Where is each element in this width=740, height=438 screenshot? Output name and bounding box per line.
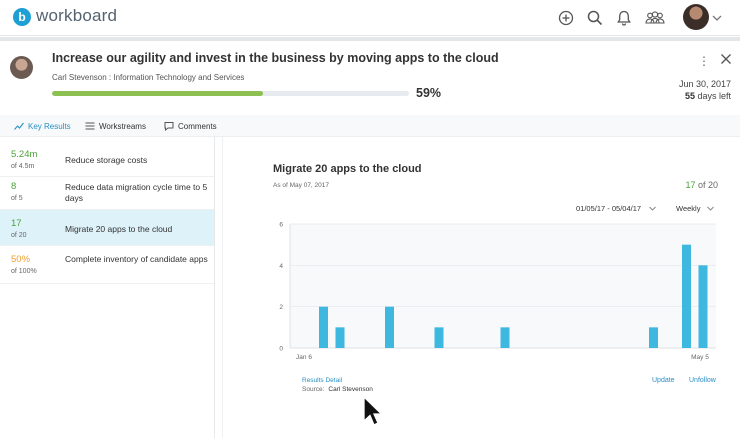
objective-tabs: Key Results Workstreams Comments [0,115,740,137]
tab-label: Key Results [28,121,71,131]
user-avatar[interactable] [683,4,709,30]
mouse-cursor-icon [363,396,383,426]
as-of-date: As of May 07, 2017 [273,182,330,189]
key-result-target: of 20 [11,232,27,239]
frequency-select[interactable]: Weekly [676,204,700,213]
update-link[interactable]: Update [652,377,675,384]
chart-bar [682,244,691,348]
key-result-label: Migrate 20 apps to the cloud [65,224,173,234]
key-result-target: of 100% [11,268,37,275]
y-tick-label: 6 [279,222,283,229]
tab-label: Comments [178,121,217,131]
top-bar: b workboard [0,0,740,36]
chart-line-icon [14,122,24,130]
more-options-icon[interactable]: ⋮ [698,54,710,68]
workstreams-icon [85,122,95,130]
comment-icon [164,122,174,131]
unfollow-link[interactable]: Unfollow [689,377,716,384]
source-line: Source: Carl Stevenson [302,386,373,393]
x-tick-label: May 5 [691,354,709,361]
x-tick-label: Jan 6 [296,354,312,361]
add-icon[interactable] [557,9,575,27]
current-value: 17 [685,180,696,190]
key-result-target: of 5 [11,195,23,202]
objective-progress-percent: 59% [416,86,442,100]
chart-bar [500,327,510,348]
key-result-label: Reduce storage costs [65,155,148,165]
days-left-suffix: days left [697,91,731,101]
team-icon[interactable] [644,9,666,27]
chart-bar [434,327,444,348]
chevron-down-icon[interactable] [706,204,715,213]
target-value: of 20 [697,180,718,190]
objective-progress-bar [52,91,409,96]
list-divider [214,137,215,438]
current-count: 17 of 20 [685,180,718,190]
objective-progress-fill [52,91,263,96]
days-left: 55 days left [685,91,731,101]
key-result-detail-title: Migrate 20 apps to the cloud [273,163,422,175]
key-result-label: Complete inventory of candidate apps [65,254,208,264]
key-result-value: 5.24m [11,149,38,160]
key-results-list: 5.24m of 4.5m Reduce storage costs 8 of … [0,137,214,438]
source-label: Source: [302,386,325,393]
source-name: Carl Stevenson [328,386,373,393]
key-result-row-selected[interactable]: 17 of 20 Migrate 20 apps to the cloud [0,210,214,246]
objective-title: Increase our agility and invest in the b… [52,51,499,65]
objective-owner: Carl Stevenson : Information Technology … [52,73,245,82]
results-bar-chart: 0 2 4 6 Jan 6 May 5 [279,222,716,361]
search-icon[interactable] [586,9,604,27]
chevron-down-icon[interactable] [711,12,723,24]
y-tick-label: 2 [279,304,283,311]
chart-bar [698,265,708,348]
chart-bar [319,306,328,348]
key-result-row[interactable]: 5.24m of 4.5m Reduce storage costs [0,141,214,177]
chart-bar [649,327,658,348]
key-result-label: Reduce data migration cycle time to 5 da… [65,182,208,203]
chart-bar [335,327,345,348]
results-detail-link[interactable]: Results Detail [302,377,342,384]
bell-icon[interactable] [615,9,633,27]
tab-key-results[interactable]: Key Results [14,121,71,131]
due-date: Jun 30, 2017 [678,79,731,89]
close-icon[interactable] [720,53,732,65]
owner-avatar[interactable] [10,56,33,79]
key-result-target: of 4.5m [11,163,35,170]
key-result-value: 50% [11,254,31,265]
key-result-row[interactable]: 50% of 100% Complete inventory of candid… [0,246,214,284]
y-tick-label: 0 [279,346,283,353]
tab-label: Workstreams [99,121,146,131]
chart-bar [385,306,394,348]
tab-workstreams[interactable]: Workstreams [85,121,146,131]
y-tick-label: 4 [279,263,283,270]
date-range-select[interactable]: 01/05/17 - 05/04/17 [576,204,641,213]
objective-header: Increase our agility and invest in the b… [0,41,740,115]
chevron-down-icon[interactable] [648,204,657,213]
key-result-row[interactable]: 8 of 5 Reduce data migration cycle time … [0,173,214,210]
key-result-value: 17 [11,218,22,229]
days-left-value: 55 [684,91,695,101]
tab-comments[interactable]: Comments [164,121,217,131]
panel-divider [222,137,223,438]
brand-name[interactable]: workboard [36,6,117,26]
key-result-value: 8 [11,181,17,192]
workboard-logo-icon[interactable]: b [13,8,31,26]
